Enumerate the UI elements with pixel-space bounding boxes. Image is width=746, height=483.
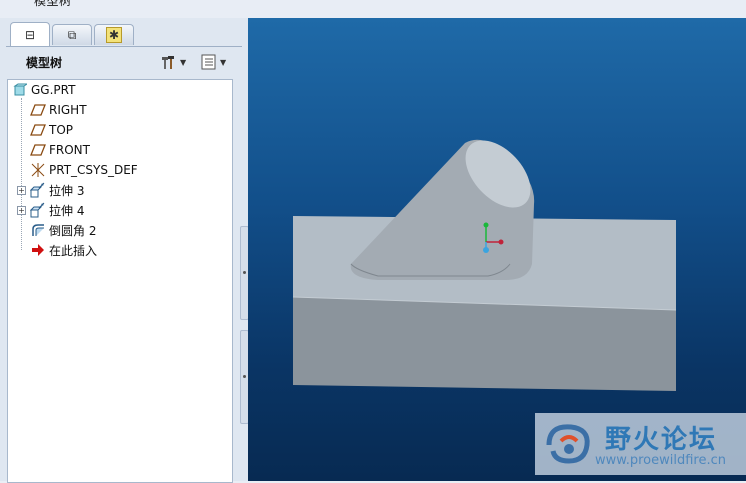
tree-show-button[interactable]: ▼ bbox=[200, 52, 230, 72]
tree-item-extrude-4[interactable]: 拉伸 4 bbox=[30, 201, 84, 219]
model-tree: GG.PRT RIGHT TOP FRONT PRT_CSYS_DEF + 拉伸… bbox=[7, 79, 233, 483]
tree-item-part[interactable]: GG.PRT bbox=[12, 81, 75, 99]
extrude-icon bbox=[30, 182, 46, 198]
forum-url: www.proewildfire.cn bbox=[595, 453, 726, 468]
navigator-tabs: ⊟ ⧉ ✱ bbox=[6, 22, 242, 47]
tree-item-csys[interactable]: PRT_CSYS_DEF bbox=[30, 161, 138, 179]
tree-item-top[interactable]: TOP bbox=[30, 121, 73, 139]
grip-dot bbox=[243, 375, 246, 378]
forum-logo-icon bbox=[546, 424, 590, 464]
tree-item-label: PRT_CSYS_DEF bbox=[49, 163, 138, 177]
tree-item-label: GG.PRT bbox=[31, 83, 76, 97]
block-front-face[interactable] bbox=[293, 297, 676, 391]
favorites-tab[interactable]: ✱ bbox=[94, 24, 134, 45]
tree-item-label: 拉伸 3 bbox=[49, 183, 85, 198]
coordinate-system-icon bbox=[30, 162, 46, 178]
datum-plane-icon bbox=[30, 122, 46, 138]
forum-name: 野火论坛 bbox=[605, 425, 718, 455]
model-tree-tab-icon: ⊟ bbox=[24, 27, 36, 42]
window-title-fragment: 模型树 bbox=[34, 0, 72, 8]
model-tree-tab[interactable]: ⊟ bbox=[10, 22, 50, 46]
chevron-down-icon: ▼ bbox=[220, 57, 227, 67]
folder-browser-tab[interactable]: ⧉ bbox=[52, 24, 92, 45]
navigator-pane: ⊟ ⧉ ✱ 模型树 ▼ ▼ GG.PRT RIGHT TOP FRONT PRT… bbox=[0, 18, 249, 483]
tree-connector bbox=[21, 98, 22, 250]
datum-plane-icon bbox=[30, 102, 46, 118]
tab-separator bbox=[6, 46, 242, 47]
tools-icon bbox=[162, 56, 174, 69]
chevron-down-icon: ▼ bbox=[180, 57, 187, 67]
grip-dot bbox=[243, 271, 246, 274]
forum-watermark: 野火论坛 www.proewildfire.cn bbox=[535, 413, 746, 475]
window-title-strip: 模型树 bbox=[0, 0, 746, 19]
tree-item-label: 在此插入 bbox=[49, 243, 98, 258]
tree-settings-button[interactable]: ▼ bbox=[160, 52, 190, 72]
round-icon bbox=[30, 222, 46, 238]
expand-toggle[interactable]: + bbox=[17, 206, 26, 215]
tree-item-label: RIGHT bbox=[49, 103, 87, 117]
folder-browser-tab-icon: ⧉ bbox=[67, 27, 77, 42]
model-view[interactable] bbox=[248, 18, 746, 481]
tree-item-insert-here[interactable]: 在此插入 bbox=[30, 241, 97, 259]
tree-item-extrude-3[interactable]: 拉伸 3 bbox=[30, 181, 84, 199]
favorites-tab-icon: ✱ bbox=[105, 27, 123, 43]
tree-item-label: TOP bbox=[49, 123, 74, 137]
tree-item-label: 倒圆角 2 bbox=[49, 223, 97, 238]
extrude-icon bbox=[30, 202, 46, 218]
insert-here-arrow-icon bbox=[30, 242, 46, 258]
model-tree-title: 模型树 bbox=[26, 56, 63, 70]
tree-item-front[interactable]: FRONT bbox=[30, 141, 90, 159]
tree-item-right[interactable]: RIGHT bbox=[30, 101, 87, 119]
tree-item-label: 拉伸 4 bbox=[49, 203, 85, 218]
tree-item-round-2[interactable]: 倒圆角 2 bbox=[30, 221, 96, 239]
datum-plane-icon bbox=[30, 142, 46, 158]
expand-toggle[interactable]: + bbox=[17, 186, 26, 195]
3d-graphics-window[interactable] bbox=[248, 18, 746, 481]
part-icon bbox=[12, 82, 28, 98]
list-icon bbox=[201, 54, 216, 70]
tree-item-label: FRONT bbox=[49, 143, 90, 157]
